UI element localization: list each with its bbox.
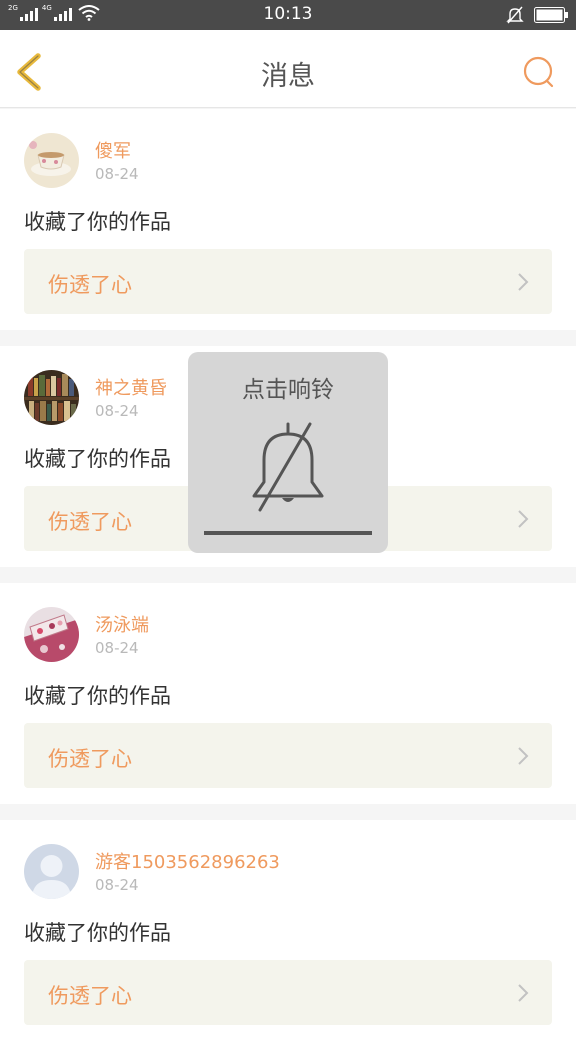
header: 消息 bbox=[0, 30, 576, 108]
avatar-placeholder-icon[interactable] bbox=[24, 844, 79, 899]
action-text: 收藏了你的作品 bbox=[24, 921, 171, 945]
work-link[interactable]: 伤透了心 bbox=[24, 723, 552, 788]
search-button[interactable] bbox=[520, 54, 558, 92]
username[interactable]: 傻军 bbox=[95, 137, 131, 163]
toast-progress-bar bbox=[204, 531, 372, 535]
message-date: 08-24 bbox=[95, 402, 139, 420]
status-bar: 2G 4G 10:13 bbox=[0, 0, 576, 30]
action-text: 收藏了你的作品 bbox=[24, 210, 171, 234]
status-bar-right bbox=[506, 6, 568, 24]
bell-off-icon bbox=[252, 422, 324, 512]
work-title: 伤透了心 bbox=[48, 984, 132, 1008]
message-card: 游客1503562896263 08-24 收藏了你的作品 伤透了心 bbox=[0, 820, 576, 1041]
action-text: 收藏了你的作品 bbox=[24, 447, 171, 471]
message-date: 08-24 bbox=[95, 639, 139, 657]
chevron-right-icon bbox=[518, 510, 529, 528]
ringer-off-icon bbox=[506, 6, 524, 24]
toast-text: 点击响铃 bbox=[242, 377, 334, 403]
message-date: 08-24 bbox=[95, 876, 139, 894]
chevron-right-icon bbox=[518, 747, 529, 765]
username[interactable]: 神之黄昏 bbox=[95, 374, 167, 400]
work-title: 伤透了心 bbox=[48, 273, 132, 297]
message-date: 08-24 bbox=[95, 165, 139, 183]
message-card: 傻军 08-24 收藏了你的作品 伤透了心 bbox=[0, 109, 576, 330]
battery-icon bbox=[534, 7, 568, 23]
page-title: 消息 bbox=[261, 61, 315, 92]
message-card: 汤泳端 08-24 收藏了你的作品 伤透了心 bbox=[0, 583, 576, 804]
status-time: 10:13 bbox=[263, 4, 313, 24]
username[interactable]: 游客1503562896263 bbox=[95, 848, 280, 874]
chevron-right-icon bbox=[518, 273, 529, 291]
work-title: 伤透了心 bbox=[48, 747, 132, 771]
chevron-right-icon bbox=[518, 984, 529, 1002]
ringer-toast: 点击响铃 bbox=[188, 352, 388, 553]
work-link[interactable]: 伤透了心 bbox=[24, 249, 552, 314]
search-icon bbox=[523, 56, 554, 88]
work-title: 伤透了心 bbox=[48, 510, 132, 534]
avatar[interactable] bbox=[24, 133, 79, 188]
username[interactable]: 汤泳端 bbox=[95, 611, 149, 637]
avatar[interactable] bbox=[24, 607, 79, 662]
avatar[interactable] bbox=[24, 370, 79, 425]
action-text: 收藏了你的作品 bbox=[24, 684, 171, 708]
work-link[interactable]: 伤透了心 bbox=[24, 960, 552, 1025]
